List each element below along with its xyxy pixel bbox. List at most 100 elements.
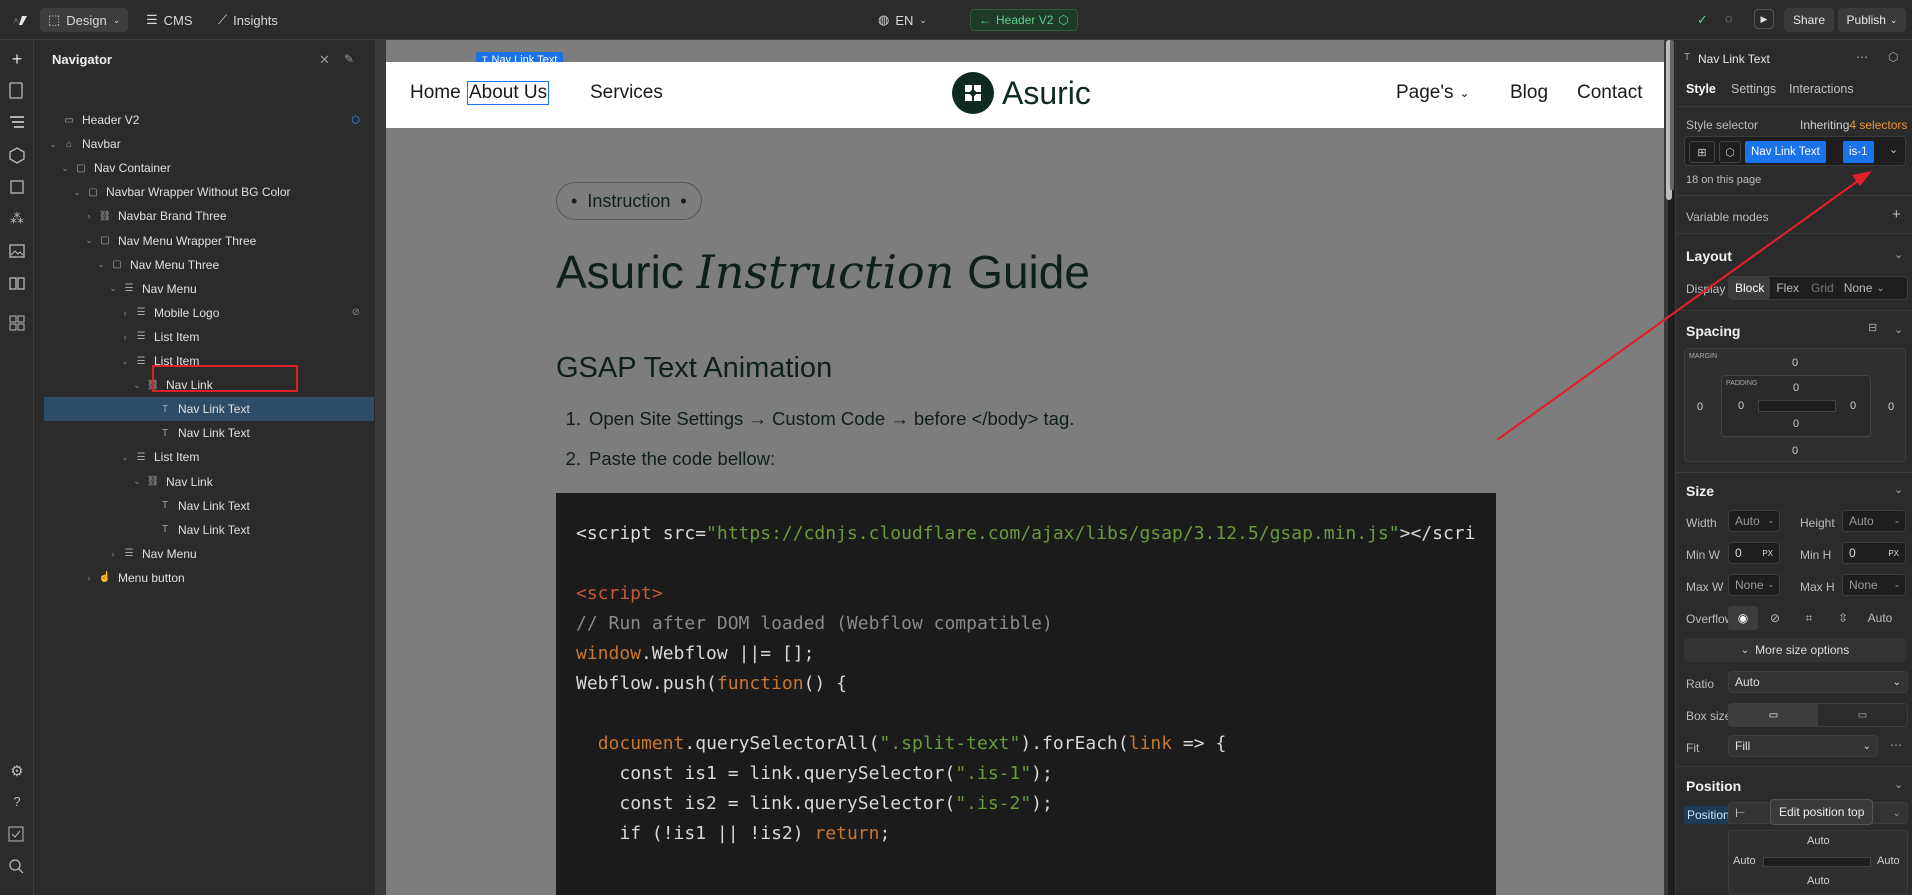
min-width-input[interactable]: 0 PX bbox=[1728, 542, 1780, 564]
design-mode-button[interactable]: ⬚ Design ⌄ bbox=[40, 8, 129, 32]
display-grid-option[interactable]: Grid bbox=[1805, 277, 1840, 299]
chevron-right-icon[interactable]: › bbox=[84, 573, 94, 583]
spacing-heading[interactable]: Spacing bbox=[1686, 323, 1740, 339]
preview-play-icon[interactable]: ▶ bbox=[1754, 9, 1774, 29]
tree-row[interactable]: ⌄ ☰ List Item bbox=[44, 445, 374, 469]
tree-row[interactable]: › ☰ Nav Menu bbox=[44, 542, 374, 566]
width-input[interactable]: Auto - bbox=[1728, 510, 1780, 532]
tree-row[interactable]: ⌄ ☰ Nav Menu bbox=[44, 277, 374, 301]
more-options-icon[interactable]: ⋯ bbox=[1856, 50, 1868, 64]
nav-link-about-us[interactable]: About Us bbox=[466, 81, 550, 105]
search-icon[interactable] bbox=[8, 858, 26, 876]
audit-check-icon[interactable] bbox=[8, 826, 26, 844]
tree-row[interactable]: › ☰ Mobile Logo ⊘ bbox=[44, 301, 374, 325]
padding-left-value[interactable]: 0 bbox=[1738, 400, 1744, 412]
chevron-down-icon[interactable]: ⌄ bbox=[1889, 143, 1898, 156]
share-button[interactable]: Share bbox=[1784, 8, 1835, 32]
checkmark-icon[interactable]: ✓ bbox=[1697, 12, 1708, 28]
add-icon[interactable]: + bbox=[1892, 206, 1901, 223]
nav-link-blog[interactable]: Blog bbox=[1510, 82, 1548, 104]
chevron-down-icon[interactable]: ⌄ bbox=[1876, 283, 1884, 294]
chevron-down-icon[interactable]: ⌄ bbox=[132, 380, 142, 391]
selector-field[interactable]: ⊞ ⬡ Nav Link Text is-1 ⌄ bbox=[1684, 136, 1906, 166]
tree-row[interactable]: T Nav Link Text bbox=[44, 518, 374, 542]
chevron-down-icon[interactable]: ⌄ bbox=[1894, 778, 1903, 791]
help-icon[interactable]: ? bbox=[8, 794, 26, 812]
comment-icon[interactable]: ◌ bbox=[1725, 11, 1733, 26]
tree-row[interactable]: › ☰ List Item bbox=[44, 325, 374, 349]
spacing-preset-icon[interactable]: ⊟ bbox=[1868, 321, 1877, 334]
brand-logo[interactable]: Asuric bbox=[952, 72, 1091, 114]
display-block-option[interactable]: Block bbox=[1729, 277, 1771, 299]
max-width-input[interactable]: None - bbox=[1728, 574, 1780, 596]
margin-top-value[interactable]: 0 bbox=[1792, 357, 1798, 369]
chevron-down-icon[interactable]: ⌄ bbox=[84, 235, 94, 246]
insights-button[interactable]: ⟋ Insights bbox=[210, 8, 286, 32]
pin-icon[interactable]: ✎ bbox=[344, 52, 354, 66]
apps-icon[interactable] bbox=[8, 314, 26, 332]
hidden-eye-icon[interactable]: ⊘ bbox=[352, 307, 360, 318]
min-height-input[interactable]: 0 PX bbox=[1842, 542, 1906, 564]
chevron-right-icon[interactable]: › bbox=[120, 308, 130, 318]
tab-interactions[interactable]: Interactions bbox=[1789, 82, 1854, 96]
tab-settings[interactable]: Settings bbox=[1731, 82, 1776, 96]
display-none-option[interactable]: None bbox=[1840, 277, 1877, 299]
max-height-input[interactable]: None - bbox=[1842, 574, 1906, 596]
chevron-down-icon[interactable]: ⌄ bbox=[60, 163, 70, 174]
nav-link-pages[interactable]: Page's ⌄ bbox=[1396, 82, 1470, 104]
chevron-down-icon[interactable]: ⌄ bbox=[1894, 483, 1903, 496]
chevron-down-icon[interactable]: ⌄ bbox=[72, 187, 82, 198]
tree-row[interactable]: ⌄ ⛓ Nav Link bbox=[44, 470, 374, 494]
tree-row[interactable]: T Nav Link Text bbox=[44, 494, 374, 518]
add-class-icon[interactable]: ⊞ bbox=[1689, 141, 1715, 163]
chevron-down-icon[interactable]: ⌄ bbox=[120, 356, 130, 367]
navigator-icon[interactable] bbox=[8, 114, 26, 132]
height-input[interactable]: Auto - bbox=[1842, 510, 1906, 532]
chevron-right-icon[interactable]: › bbox=[84, 211, 94, 221]
chevron-down-icon[interactable]: ⌄ bbox=[1894, 248, 1903, 261]
box-sizing-border-icon[interactable]: ▭ bbox=[1729, 704, 1818, 726]
tree-row[interactable]: › ⛓ Navbar Brand Three bbox=[44, 204, 374, 228]
add-element-icon[interactable]: + bbox=[8, 50, 26, 68]
settings-gear-icon[interactable]: ⚙ bbox=[8, 762, 26, 780]
inheriting-label[interactable]: Inheriting4 selectors bbox=[1800, 118, 1907, 132]
close-icon[interactable]: ✕ bbox=[319, 52, 330, 68]
tree-row[interactable]: ⌄ ▢ Nav Menu Wrapper Three bbox=[44, 229, 374, 253]
overflow-clip-icon[interactable]: ⇳ bbox=[1826, 611, 1860, 625]
nav-link-contact[interactable]: Contact bbox=[1577, 82, 1642, 104]
cms-collections-icon[interactable] bbox=[8, 274, 26, 292]
chevron-right-icon[interactable]: › bbox=[120, 332, 130, 342]
position-bottom-value[interactable]: Auto bbox=[1807, 875, 1830, 887]
size-heading[interactable]: Size bbox=[1686, 483, 1714, 499]
fit-select[interactable]: Fill ⌄ bbox=[1728, 735, 1878, 757]
box-size-segmented-control[interactable]: ▭ ▭ bbox=[1728, 703, 1908, 727]
component-icon[interactable]: ⬡ bbox=[1719, 141, 1741, 163]
chevron-down-icon[interactable]: ⌄ bbox=[1894, 323, 1903, 336]
padding-bottom-value[interactable]: 0 bbox=[1793, 418, 1799, 430]
component-icon[interactable]: ⬡ bbox=[351, 115, 360, 126]
layout-heading[interactable]: Layout bbox=[1686, 248, 1732, 264]
tree-row[interactable]: ⌄ ▢ Nav Container bbox=[44, 156, 374, 180]
styles-icon[interactable]: ⁂ bbox=[8, 210, 26, 228]
position-heading[interactable]: Position bbox=[1686, 778, 1741, 794]
chevron-down-icon[interactable]: ⌄ bbox=[132, 476, 142, 487]
position-top-value[interactable]: Auto bbox=[1807, 835, 1830, 847]
chevron-down-icon[interactable]: ⌄ bbox=[120, 452, 130, 463]
component-icon[interactable]: ⬡ bbox=[1888, 50, 1898, 64]
more-options-icon[interactable]: ⋯ bbox=[1890, 738, 1902, 752]
panel-scrollbar-thumb[interactable] bbox=[1670, 40, 1674, 190]
more-size-options-button[interactable]: ⌄ More size options bbox=[1684, 638, 1906, 662]
tree-row[interactable]: ⌄ ⌂ Navbar bbox=[44, 132, 374, 156]
margin-right-value[interactable]: 0 bbox=[1888, 401, 1894, 413]
tree-row[interactable]: › ☝ Menu button bbox=[44, 566, 374, 590]
position-right-value[interactable]: Auto bbox=[1877, 855, 1900, 867]
box-sizing-content-icon[interactable]: ▭ bbox=[1818, 704, 1907, 726]
page-selector[interactable]: ← Header V2 ⬡ bbox=[970, 9, 1078, 31]
tree-row[interactable]: ▭ Header V2 ⬡ bbox=[44, 108, 374, 132]
class-chip-is-1[interactable]: is-1 bbox=[1843, 141, 1874, 163]
locale-selector[interactable]: ◍ EN ⌄ bbox=[870, 8, 935, 32]
padding-right-value[interactable]: 0 bbox=[1850, 400, 1856, 412]
chevron-down-icon[interactable]: ⌄ bbox=[108, 283, 118, 294]
overflow-hidden-icon[interactable]: ⊘ bbox=[1758, 611, 1792, 625]
padding-top-value[interactable]: 0 bbox=[1793, 382, 1799, 394]
